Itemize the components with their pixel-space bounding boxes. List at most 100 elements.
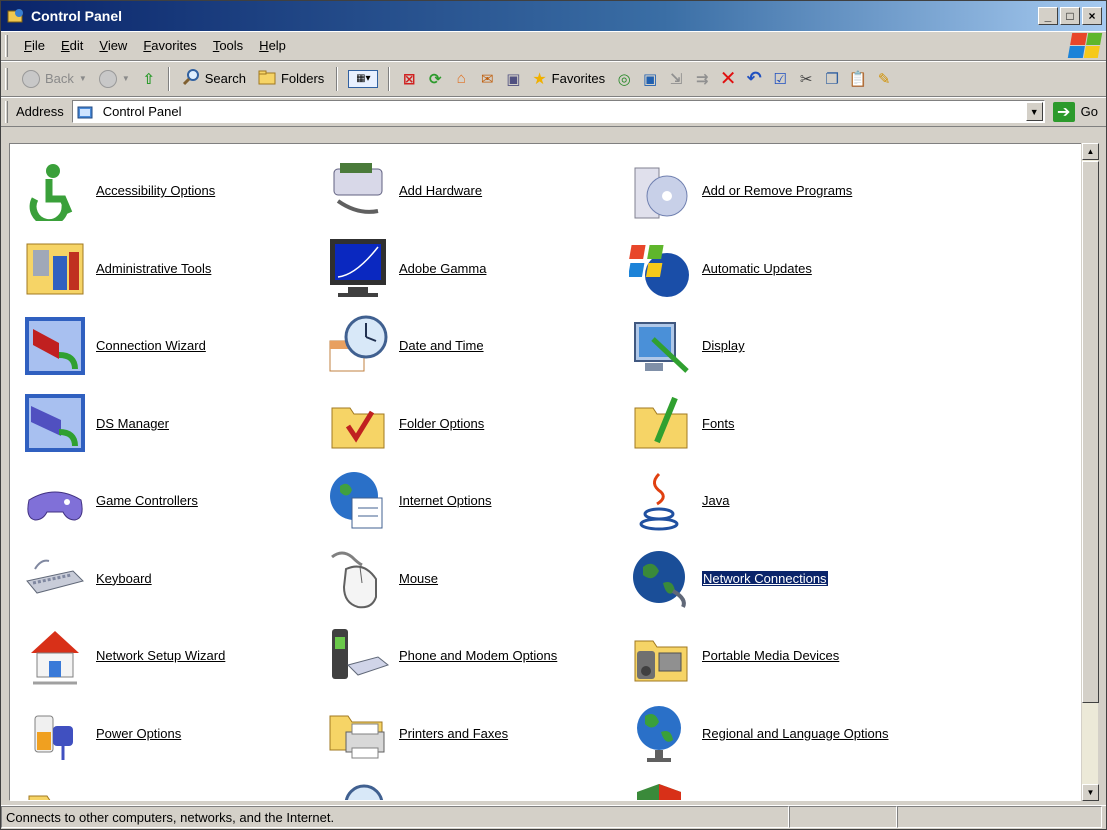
menu-edit[interactable]: Edit — [53, 38, 91, 53]
applet-printers-and-faxes[interactable]: Printers and Faxes — [323, 695, 626, 773]
keyboard-icon — [20, 545, 90, 611]
applet-game-controllers[interactable]: Game Controllers — [20, 462, 323, 540]
title-bar[interactable]: Control Panel _ □ × — [1, 1, 1106, 31]
applet-label: Accessibility Options — [96, 183, 216, 199]
adobe-gamma-icon — [323, 235, 393, 301]
edit-icon[interactable]: ✎ — [875, 70, 893, 88]
portable-media-devices-icon — [626, 623, 696, 689]
scroll-down-button[interactable]: ▼ — [1082, 784, 1099, 801]
fullscreen-icon[interactable]: ▣ — [641, 70, 659, 88]
address-grip[interactable] — [5, 100, 8, 123]
applet-display[interactable]: Display — [626, 307, 1006, 385]
address-label: Address — [16, 104, 64, 119]
automatic-updates-icon — [626, 235, 696, 301]
mail-icon[interactable]: ✉ — [478, 70, 496, 88]
applet-add-remove-programs[interactable]: Add or Remove Programs — [626, 152, 1006, 230]
applet-accessibility-options[interactable]: Accessibility Options — [20, 152, 323, 230]
applet-power-options[interactable]: Power Options — [20, 695, 323, 773]
forward-button[interactable]: ▼ — [93, 69, 136, 88]
display-icon — [626, 313, 696, 379]
applet-connection-wizard[interactable]: Connection Wizard — [20, 307, 323, 385]
print-icon[interactable]: ▣ — [504, 70, 522, 88]
internet-options-icon — [323, 468, 393, 534]
applet-label: Power Options — [96, 725, 182, 741]
applet-label: Java — [702, 493, 730, 509]
history-icon[interactable]: ◎ — [615, 70, 633, 88]
applet-add-hardware[interactable]: Add Hardware — [323, 152, 626, 230]
applet-fonts[interactable]: Fonts — [626, 385, 1006, 463]
menu-favorites[interactable]: Favorites — [135, 38, 204, 53]
applet-partial-1[interactable] — [20, 772, 323, 800]
minimize-button[interactable]: _ — [1038, 7, 1058, 25]
back-button[interactable]: Back ▼ — [16, 69, 93, 88]
applet-label: Add Hardware — [399, 183, 483, 199]
menu-view[interactable]: View — [91, 38, 135, 53]
menu-grip[interactable] — [5, 34, 8, 57]
copy-icon[interactable]: ❐ — [823, 70, 841, 88]
fonts-icon — [626, 390, 696, 456]
applet-network-setup-wizard[interactable]: Network Setup Wizard — [20, 617, 323, 695]
applet-java[interactable]: Java — [626, 462, 1006, 540]
connection-wizard-icon — [20, 313, 90, 379]
applet-ds-manager[interactable]: DS Manager — [20, 385, 323, 463]
applet-folder-options[interactable]: Folder Options — [323, 385, 626, 463]
applet-internet-options[interactable]: Internet Options — [323, 462, 626, 540]
applet-label: Display — [702, 338, 745, 354]
ds-manager-icon — [20, 390, 90, 456]
address-field[interactable]: ▼ — [71, 100, 1045, 123]
cut-icon[interactable]: ✂ — [797, 70, 815, 88]
applet-adobe-gamma[interactable]: Adobe Gamma — [323, 230, 626, 308]
copy-to-icon[interactable]: ⇉ — [693, 70, 711, 88]
applet-automatic-updates[interactable]: Automatic Updates — [626, 230, 1006, 308]
network-setup-wizard-icon — [20, 623, 90, 689]
go-label: Go — [1080, 104, 1098, 119]
undo-icon[interactable]: ↶ — [745, 68, 763, 88]
close-button[interactable]: × — [1082, 7, 1102, 25]
menu-file[interactable]: File — [16, 38, 53, 53]
home-icon[interactable]: ⌂ — [452, 70, 470, 88]
favorites-button[interactable]: ★ Favorites — [526, 69, 611, 89]
menu-tools[interactable]: Tools — [205, 38, 251, 53]
menu-help[interactable]: Help — [251, 38, 294, 53]
applet-date-and-time[interactable]: Date and Time — [323, 307, 626, 385]
back-dropdown-icon: ▼ — [78, 74, 87, 83]
applet-regional-and-language-options[interactable]: Regional and Language Options — [626, 695, 1006, 773]
vertical-scrollbar[interactable]: ▲ ▼ — [1081, 143, 1099, 801]
search-button[interactable]: Search — [176, 68, 252, 89]
paste-icon[interactable]: 📋 — [849, 70, 868, 88]
status-bar: Connects to other computers, networks, a… — [1, 805, 1106, 829]
applet-network-connections[interactable]: Network Connections — [626, 540, 1006, 618]
stop-icon[interactable]: ⊠ — [400, 70, 418, 88]
applet-label: Phone and Modem Options — [399, 648, 558, 664]
move-to-icon[interactable]: ⇲ — [667, 70, 685, 88]
applet-mouse[interactable]: Mouse — [323, 540, 626, 618]
add-remove-programs-icon — [626, 158, 696, 224]
address-dropdown-icon[interactable]: ▼ — [1025, 102, 1043, 121]
applet-partial-3[interactable] — [626, 772, 1006, 800]
search-label: Search — [204, 71, 246, 86]
up-folder-icon[interactable]: ⇧ — [140, 70, 158, 88]
go-button[interactable]: ➔ Go — [1045, 101, 1106, 122]
applet-portable-media-devices[interactable]: Portable Media Devices — [626, 617, 1006, 695]
address-input[interactable] — [100, 103, 1026, 120]
java-icon — [626, 468, 696, 534]
delete-icon[interactable]: ✕ — [719, 68, 737, 90]
scanners-cameras-icon — [20, 778, 90, 800]
applet-administrative-tools[interactable]: Administrative Tools — [20, 230, 323, 308]
security-center-icon — [626, 778, 696, 800]
maximize-button[interactable]: □ — [1060, 7, 1080, 25]
applet-partial-2[interactable] — [323, 772, 626, 800]
refresh-icon[interactable]: ⟳ — [426, 70, 444, 88]
scroll-thumb[interactable] — [1082, 161, 1099, 703]
folders-button[interactable]: Folders — [252, 69, 330, 88]
views-icon[interactable]: ▦▾ — [348, 69, 379, 88]
scroll-up-button[interactable]: ▲ — [1082, 143, 1099, 160]
applet-phone-and-modem-options[interactable]: Phone and Modem Options — [323, 617, 626, 695]
toolbar-grip[interactable] — [5, 67, 8, 90]
applet-keyboard[interactable]: Keyboard — [20, 540, 323, 618]
applet-label: Keyboard — [96, 570, 152, 586]
properties-icon[interactable]: ☑ — [771, 70, 789, 88]
forward-dropdown-icon: ▼ — [121, 74, 130, 83]
administrative-tools-icon — [20, 235, 90, 301]
date-and-time-icon — [323, 313, 393, 379]
